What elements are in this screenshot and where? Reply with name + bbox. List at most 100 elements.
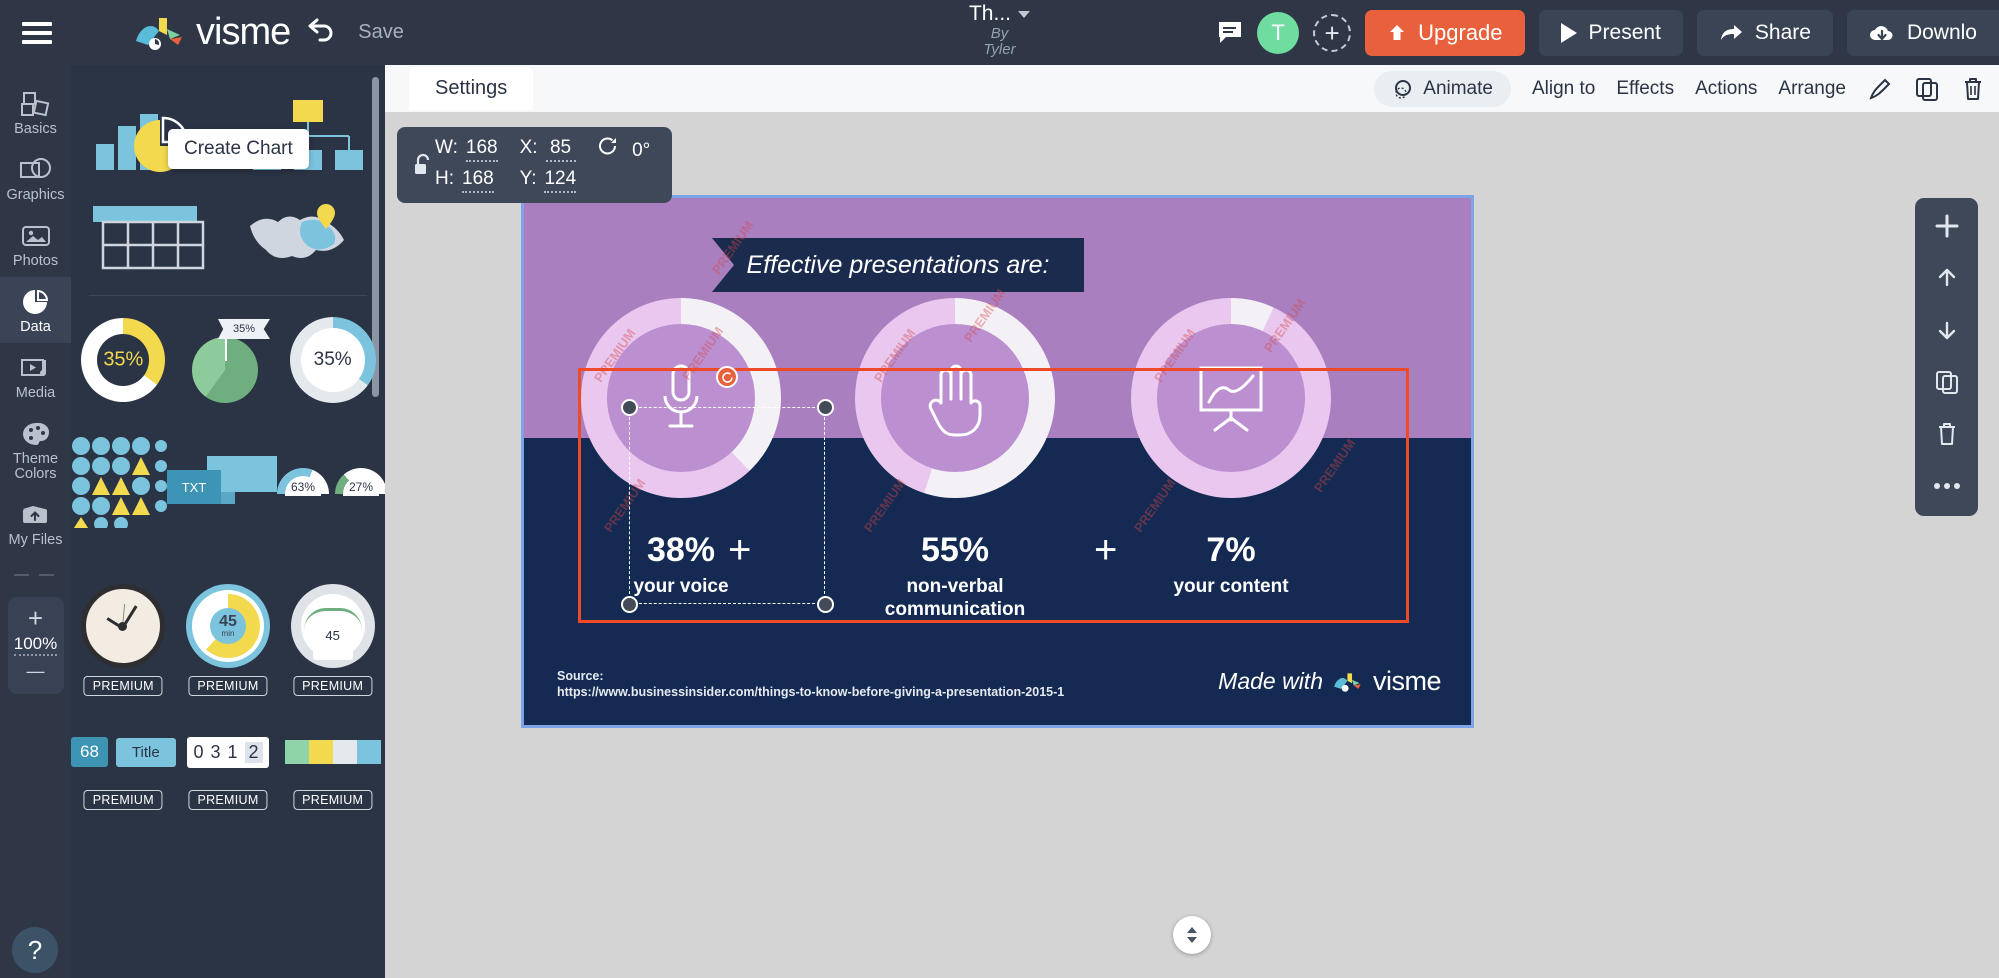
rotate-handle[interactable] [716,366,738,388]
settings-tab[interactable]: Settings [409,67,534,110]
y-property[interactable]: Y: 124 [520,168,577,193]
divider: — — [13,566,58,583]
more-options-icon[interactable] [1927,468,1967,504]
duplicate-slide-icon[interactable] [1927,364,1967,400]
widget-label: 35% [313,349,352,370]
zoom-controls: + 100% — [7,597,64,694]
comment-icon[interactable] [1217,20,1243,46]
undo-icon[interactable] [304,14,336,52]
sidebar-item-label: Theme Colors [12,451,59,482]
sidebar-item-basics[interactable]: Basics [0,79,71,145]
widget-odometer[interactable]: 0 3 1 2 PREMIUM [176,716,281,810]
resize-handle-bottom-right[interactable] [817,596,834,613]
add-user-icon[interactable]: + [1313,13,1352,52]
visme-logo[interactable]: visme [134,11,291,54]
arrange-button[interactable]: Arrange [1778,78,1846,100]
avatar[interactable]: T [1257,11,1300,54]
play-icon [1560,22,1577,43]
premium-badge: PREMIUM [83,676,163,696]
help-button[interactable]: ? [12,927,58,973]
widget-timer-45[interactable]: 45 min PREMIUM [176,572,281,696]
widget-pie-ribbon-35[interactable]: 35% [176,306,281,414]
selected-object-outline[interactable] [629,407,825,604]
sidebar-item-graphics[interactable]: Graphics [0,145,71,211]
zoom-out-button[interactable]: — [27,658,45,684]
widget-radial-35[interactable]: 35% [280,306,385,414]
sidebar-item-data[interactable]: Data [0,277,71,343]
odometer-digit: 3 [210,741,221,762]
pie-chart-icon [19,287,53,317]
height-input[interactable]: 168 [462,168,494,193]
sidebar-item-theme-colors[interactable]: Theme Colors [0,409,71,490]
height-property[interactable]: H: 168 [435,168,498,193]
made-with-label: Made with [1218,668,1323,694]
widget-counter-68[interactable]: 68 Title PREMIUM [71,716,176,810]
add-slide-icon[interactable] [1927,208,1967,244]
animate-label: Animate [1423,77,1493,99]
widget-table[interactable] [71,189,228,289]
widget-donut-35[interactable]: 35% [71,306,176,414]
widget-speedometer[interactable]: 45 PREMIUM [280,572,385,696]
widget-gauges[interactable]: 63% 27% [277,428,385,536]
top-bar-actions: T + Upgrade Present Share Downlo [1217,0,1999,65]
page-title: Th... [890,2,1110,26]
share-icon [1720,24,1742,40]
document-title-block[interactable]: Th... By Tyler [890,0,1110,58]
video-icon [19,353,53,383]
resize-handle-top-left[interactable] [621,399,638,416]
move-down-icon[interactable] [1927,312,1967,348]
move-up-icon[interactable] [1927,260,1967,296]
palette-icon [19,419,53,449]
duplicate-icon[interactable] [1914,76,1940,102]
width-property[interactable]: W: 168 [435,137,498,163]
save-button[interactable]: Save [358,21,404,44]
create-chart-tooltip: Create Chart [168,129,309,169]
slide-heading-ribbon[interactable]: Effective presentations are: [712,238,1084,292]
y-input[interactable]: 124 [544,168,577,193]
download-button[interactable]: Downlo [1846,9,1999,56]
share-button[interactable]: Share [1696,9,1833,56]
width-input[interactable]: 168 [465,137,498,162]
widget-sublabel: min [221,629,235,638]
zoom-in-button[interactable]: + [28,605,43,631]
widget-color-bars[interactable]: PREMIUM [280,716,385,810]
brush-icon[interactable] [1867,76,1893,102]
animate-button[interactable]: Animate [1374,70,1511,107]
hamburger-icon[interactable] [22,17,52,49]
present-button[interactable]: Present [1538,9,1683,56]
sidebar-item-label: My Files [8,532,63,548]
chevron-down-icon[interactable] [1018,10,1030,18]
premium-badge: PREMIUM [188,676,268,696]
trash-icon[interactable] [1961,76,1985,102]
effects-button[interactable]: Effects [1616,78,1674,100]
widget-clock[interactable]: PREMIUM [71,572,176,696]
sidebar-item-my-files[interactable]: My Files [0,490,71,556]
delete-slide-icon[interactable] [1927,416,1967,452]
rotation-property[interactable]: 0° [598,137,656,163]
data-widgets-panel: Create Chart 35% 35% 35% TXT 63% 27% PRE… [71,65,385,978]
widget-map[interactable] [228,189,385,289]
resize-handle-top-right[interactable] [817,399,834,416]
sidebar-item-photos[interactable]: Photos [0,211,71,277]
actions-button[interactable]: Actions [1695,78,1757,100]
widget-txt-callout[interactable]: TXT [167,428,277,536]
zoom-level[interactable]: 100% [13,634,58,656]
unlocked-icon[interactable] [409,152,435,178]
slide-resize-handle[interactable] [1173,916,1211,954]
cloud-download-icon [1869,25,1893,40]
upload-arrow-icon [1390,24,1405,40]
slide-heading: Effective presentations are: [746,250,1050,279]
upgrade-button[interactable]: Upgrade [1365,9,1525,56]
brand-name: visme [196,11,291,53]
x-input[interactable]: 85 [545,137,576,162]
rotation-input[interactable]: 0° [626,140,656,163]
sidebar-item-media[interactable]: Media [0,343,71,409]
height-label: H: [435,168,454,189]
resize-handle-bottom-left[interactable] [621,596,638,613]
premium-badge: PREMIUM [188,790,268,810]
widget-pictograph[interactable] [71,428,167,536]
premium-badge: PREMIUM [293,790,373,810]
odometer-digit: 1 [227,741,238,762]
align-to-button[interactable]: Align to [1532,78,1595,100]
x-property[interactable]: X: 85 [520,137,577,163]
